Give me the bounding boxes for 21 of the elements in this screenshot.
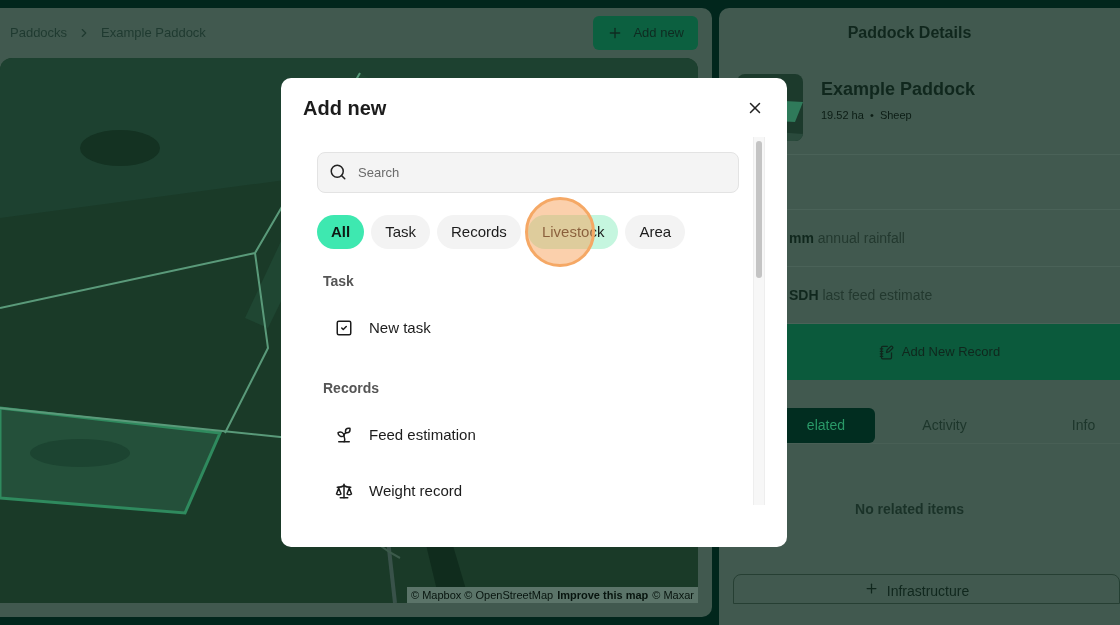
section-heading: Records: [323, 379, 381, 398]
paddock-meta: 19.52 ha • Sheep: [821, 108, 913, 123]
dialog-title: Add new: [303, 95, 387, 121]
scrollbar[interactable]: [753, 137, 765, 505]
menu-item[interactable]: Feed estimation: [323, 407, 739, 463]
plus-icon: [863, 581, 879, 596]
search-icon: [329, 163, 347, 181]
filter-chip[interactable]: Area: [625, 215, 686, 249]
map-attribution: © Mapbox © OpenStreetMap: [411, 587, 554, 603]
filter-chip[interactable]: All: [317, 215, 365, 249]
scale-icon: [335, 482, 353, 500]
notebook-icon: [878, 344, 894, 360]
sprout-icon: [335, 426, 353, 444]
section-heading: Task: [323, 272, 355, 291]
filter-chip[interactable]: Task: [371, 215, 430, 249]
map-attribution: © Maxar: [652, 587, 694, 603]
search-field[interactable]: Search: [317, 152, 739, 193]
filter-chip[interactable]: Records: [437, 215, 521, 249]
improve-map-link[interactable]: Improve this map: [557, 586, 649, 603]
menu-item[interactable]: Weight record: [323, 463, 739, 505]
checkbox-icon: [335, 319, 353, 337]
